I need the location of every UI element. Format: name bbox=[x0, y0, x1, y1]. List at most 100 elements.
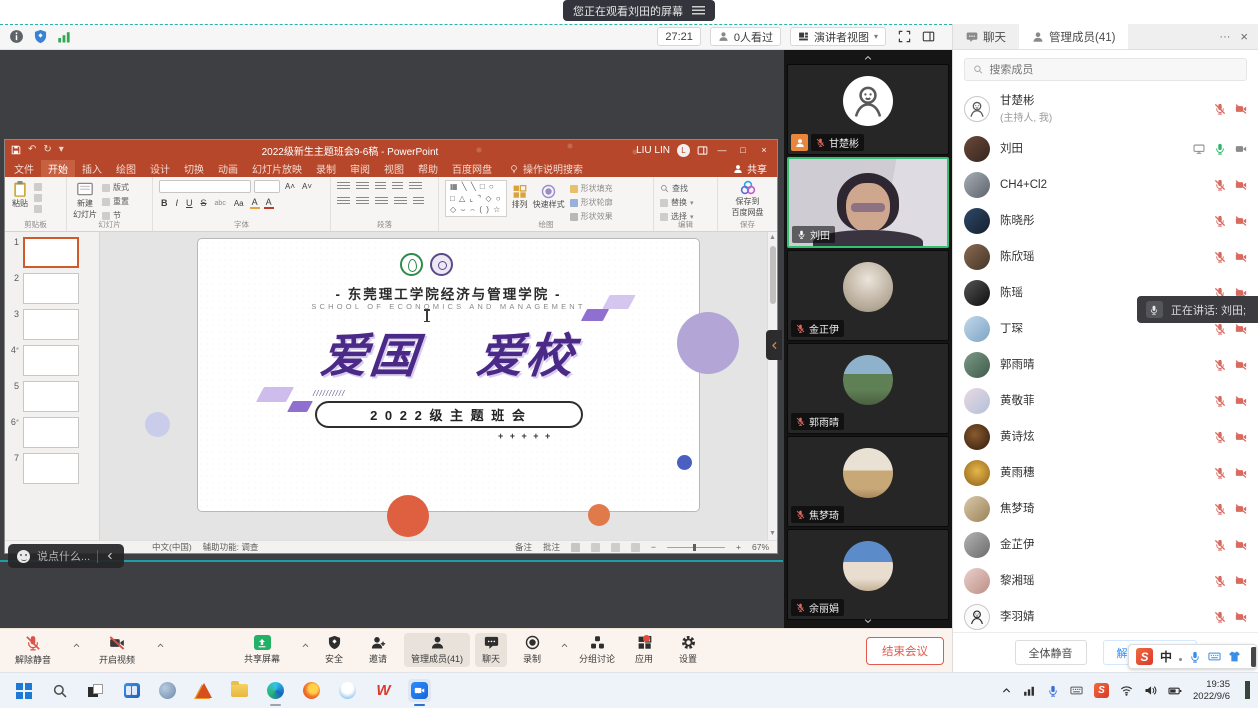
ime-skin-icon[interactable] bbox=[1228, 650, 1241, 663]
arrange-button[interactable]: 排列 bbox=[512, 180, 528, 210]
shape-fill-button[interactable]: 形状填充 bbox=[570, 183, 613, 194]
char-spacing-icon[interactable]: abc bbox=[213, 200, 228, 207]
zoom-level[interactable]: 67% bbox=[752, 542, 769, 552]
record-button[interactable]: 录制 bbox=[516, 633, 548, 667]
share-options-chevron[interactable] bbox=[301, 641, 310, 650]
mic-on-icon[interactable] bbox=[1214, 143, 1226, 155]
comments-button[interactable]: 批注 bbox=[543, 541, 560, 553]
ppt-minimize-icon[interactable]: — bbox=[715, 145, 729, 155]
chat-button[interactable]: 聊天 bbox=[475, 633, 507, 667]
undo-icon[interactable]: ↶ bbox=[28, 145, 36, 155]
columns-icon[interactable] bbox=[413, 197, 424, 206]
video-tile-speaking[interactable]: 刘田 bbox=[787, 157, 949, 248]
member-row[interactable]: 金芷伊 bbox=[964, 527, 1247, 563]
quick-access-caret-icon[interactable]: ▾ bbox=[59, 145, 64, 155]
apps-button[interactable]: 应用 bbox=[628, 633, 660, 667]
sogou-logo-icon[interactable]: S bbox=[1136, 648, 1153, 665]
ppt-vertical-scrollbar[interactable]: ▲ ▼ bbox=[767, 232, 777, 540]
shapes-gallery[interactable]: ▦ ╲ ╲ □ ○ □ △ ⌞ ⌝ ◇ ○ ◇ ⌣ ⌢ ( ) ☆ bbox=[445, 180, 507, 217]
slide-thumbnail-4[interactable]: 4* bbox=[9, 345, 95, 376]
manage-members-button[interactable]: 管理成员(41) bbox=[404, 633, 470, 667]
sorter-view-icon[interactable] bbox=[591, 543, 600, 552]
reset-button[interactable]: 重置 bbox=[102, 196, 129, 207]
underline-button[interactable]: U bbox=[184, 198, 195, 208]
mic-muted-icon[interactable] bbox=[1214, 503, 1226, 515]
banner-menu-icon[interactable] bbox=[692, 6, 705, 15]
layout-panel-icon[interactable] bbox=[920, 28, 937, 45]
slide-canvas[interactable]: - 东莞理工学院经济与管理学院 - SCHOOL OF ECONOMICS AN… bbox=[100, 232, 767, 540]
mic-muted-icon[interactable] bbox=[1214, 575, 1226, 587]
font-color-icon[interactable]: A bbox=[264, 197, 274, 209]
grow-font-icon[interactable]: A˄ bbox=[283, 182, 297, 191]
video-options-chevron[interactable] bbox=[156, 641, 165, 650]
mic-muted-icon[interactable] bbox=[1214, 359, 1226, 371]
tray-expand-chevron-icon[interactable] bbox=[1001, 685, 1012, 696]
normal-view-icon[interactable] bbox=[571, 543, 580, 552]
member-search-input[interactable] bbox=[989, 64, 1238, 76]
widgets-icon[interactable] bbox=[120, 679, 143, 702]
video-tile[interactable]: 余丽娟 bbox=[787, 529, 949, 620]
camera-off-icon[interactable] bbox=[1235, 395, 1247, 407]
member-row[interactable]: 陈欣瑶 bbox=[964, 239, 1247, 275]
camera-off-icon[interactable] bbox=[1235, 103, 1247, 115]
shrink-font-icon[interactable]: A˅ bbox=[300, 182, 314, 191]
ime-cursor-icon[interactable] bbox=[1179, 658, 1182, 661]
font-size-box[interactable] bbox=[254, 180, 280, 193]
layout-button[interactable]: 版式 bbox=[102, 182, 129, 193]
font-name-box[interactable] bbox=[159, 180, 251, 193]
member-row[interactable]: CH4+Cl2 bbox=[964, 167, 1247, 203]
line-spacing-icon[interactable] bbox=[409, 182, 422, 191]
mic-options-chevron[interactable] bbox=[72, 641, 81, 650]
fullscreen-icon[interactable] bbox=[896, 28, 913, 45]
zoom-out-icon[interactable]: − bbox=[651, 542, 656, 552]
mic-muted-icon[interactable] bbox=[1214, 539, 1226, 551]
member-row[interactable]: 甘楚彬(主持人, 我) bbox=[964, 87, 1247, 131]
security-button[interactable]: 安全 bbox=[318, 633, 350, 667]
highlight-color-icon[interactable]: A bbox=[250, 197, 260, 209]
screen-share-icon[interactable] bbox=[1193, 143, 1205, 155]
new-slide-button[interactable]: 新建幻灯片 bbox=[73, 180, 97, 220]
tell-me-search[interactable]: 操作说明搜索 bbox=[509, 161, 583, 176]
member-row[interactable]: 黄雨穗 bbox=[964, 455, 1247, 491]
ime-language-mode[interactable]: 中 bbox=[1160, 648, 1172, 665]
quick-chat-placeholder[interactable]: 说点什么... bbox=[37, 548, 90, 564]
taskbar-search-icon[interactable] bbox=[48, 679, 71, 702]
scroll-up-icon[interactable]: ▲ bbox=[768, 232, 777, 244]
camera-off-icon[interactable] bbox=[1235, 323, 1247, 335]
meeting-info-icon[interactable] bbox=[8, 28, 25, 45]
ribbon-display-icon[interactable] bbox=[697, 145, 708, 156]
slide-thumbnail-2[interactable]: 2 bbox=[9, 273, 95, 304]
member-row[interactable]: 黄诗炫 bbox=[964, 419, 1247, 455]
slide-thumbnail-3[interactable]: 3 bbox=[9, 309, 95, 340]
record-options-chevron[interactable] bbox=[560, 641, 569, 650]
ppt-tab-review[interactable]: 审阅 bbox=[343, 160, 377, 177]
view-mode-dropdown[interactable]: 演讲者视图▾ bbox=[790, 27, 886, 46]
slideshow-icon[interactable] bbox=[631, 543, 640, 552]
scrollbar-thumb[interactable] bbox=[770, 246, 776, 304]
strip-scroll-down-icon[interactable] bbox=[858, 616, 878, 626]
mic-muted-icon[interactable] bbox=[1214, 103, 1226, 115]
collapse-chat-icon[interactable] bbox=[105, 551, 115, 561]
align-center-icon[interactable] bbox=[356, 197, 369, 206]
paste-button[interactable]: 粘贴 bbox=[11, 180, 29, 209]
ppt-share-button[interactable]: 共享 bbox=[733, 161, 777, 176]
breakout-rooms-button[interactable]: 分组讨论 bbox=[572, 633, 622, 667]
matlab-icon[interactable] bbox=[192, 679, 215, 702]
browser-globe-icon[interactable] bbox=[156, 679, 179, 702]
ppt-titlebar[interactable]: ↶ ↻ ▾ 2022级新生主题班会9-6稿 - PowerPoint LIU L… bbox=[5, 140, 777, 160]
ppt-tab-record[interactable]: 录制 bbox=[309, 160, 343, 177]
video-tile[interactable]: 甘楚彬 bbox=[787, 64, 949, 155]
italic-button[interactable]: I bbox=[174, 198, 181, 208]
ime-toolbar[interactable]: S 中 bbox=[1128, 644, 1257, 669]
member-search-box[interactable] bbox=[964, 58, 1247, 81]
camera-off-icon[interactable] bbox=[1235, 611, 1247, 623]
camera-off-icon[interactable] bbox=[1235, 359, 1247, 371]
battery-icon[interactable] bbox=[1168, 684, 1182, 698]
ppt-tab-file[interactable]: 文件 bbox=[7, 160, 41, 177]
zoom-slider-thumb[interactable] bbox=[693, 544, 696, 551]
ppt-tab-home[interactable]: 开始 bbox=[41, 160, 75, 177]
meeting-app-icon[interactable] bbox=[408, 679, 431, 702]
quick-chat-bar[interactable]: 说点什么... bbox=[8, 544, 124, 568]
network-signal-icon[interactable] bbox=[56, 28, 73, 45]
ime-indicator-icon[interactable] bbox=[1070, 684, 1083, 697]
